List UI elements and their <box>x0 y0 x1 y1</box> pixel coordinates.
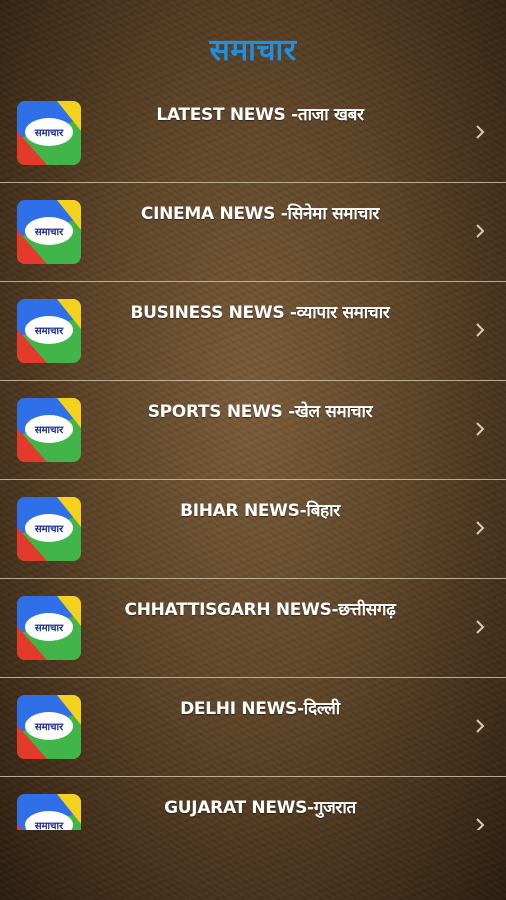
chevron-right-icon <box>476 323 485 337</box>
logo-text: समाचार <box>34 425 64 436</box>
list-item-delhi-news[interactable]: समाचार DELHI NEWS-दिल्ली <box>0 678 506 777</box>
samachar-logo-icon: समाचार <box>17 101 81 165</box>
chevron-right-icon <box>476 125 485 139</box>
samachar-logo-icon: समाचार <box>17 299 81 363</box>
chevron-right-icon <box>476 620 485 634</box>
samachar-logo-icon: समाचार <box>17 497 81 561</box>
news-category-list: समाचार LATEST NEWS -ताजा खबर समाचार CINE… <box>0 84 506 830</box>
list-item-label: GUJARAT NEWS-गुजरात <box>164 798 356 818</box>
list-item-label: BUSINESS NEWS -व्यापार समाचार <box>130 303 390 323</box>
list-item-business-news[interactable]: समाचार BUSINESS NEWS -व्यापार समाचार <box>0 282 506 381</box>
logo-text: समाचार <box>34 722 64 733</box>
samachar-logo-icon: समाचार <box>17 695 81 759</box>
list-item-gujarat-news[interactable]: समाचार GUJARAT NEWS-गुजरात <box>0 777 506 830</box>
chevron-right-icon <box>476 818 485 830</box>
list-item-sports-news[interactable]: समाचार SPORTS NEWS -खेल समाचार <box>0 381 506 480</box>
logo-text: समाचार <box>34 326 64 337</box>
logo-text: समाचार <box>34 821 64 830</box>
list-item-label: DELHI NEWS-दिल्ली <box>180 699 340 719</box>
page-title: समाचार <box>209 33 297 68</box>
list-item-bihar-news[interactable]: समाचार BIHAR NEWS-बिहार <box>0 480 506 579</box>
list-item-label: LATEST NEWS -ताजा खबर <box>156 105 364 125</box>
chevron-right-icon <box>476 224 485 238</box>
logo-text: समाचार <box>34 227 64 238</box>
logo-text: समाचार <box>34 524 64 535</box>
list-item-label: CHHATTISGARH NEWS-छत्तीसगढ़ <box>124 600 396 620</box>
samachar-logo-icon: समाचार <box>17 398 81 462</box>
chevron-right-icon <box>476 521 485 535</box>
list-item-chhattisgarh-news[interactable]: समाचार CHHATTISGARH NEWS-छत्तीसगढ़ <box>0 579 506 678</box>
list-item-label: SPORTS NEWS -खेल समाचार <box>147 402 373 422</box>
samachar-logo-icon: समाचार <box>17 200 81 264</box>
chevron-right-icon <box>476 422 485 436</box>
samachar-logo-icon: समाचार <box>17 794 81 830</box>
logo-text: समाचार <box>34 128 64 139</box>
list-item-latest-news[interactable]: समाचार LATEST NEWS -ताजा खबर <box>0 84 506 183</box>
samachar-logo-icon: समाचार <box>17 596 81 660</box>
list-item-label: BIHAR NEWS-बिहार <box>180 501 340 521</box>
list-item-label: CINEMA NEWS -सिनेमा समाचार <box>140 204 380 224</box>
list-item-cinema-news[interactable]: समाचार CINEMA NEWS -सिनेमा समाचार <box>0 183 506 282</box>
chevron-right-icon <box>476 719 485 733</box>
logo-text: समाचार <box>34 623 64 634</box>
